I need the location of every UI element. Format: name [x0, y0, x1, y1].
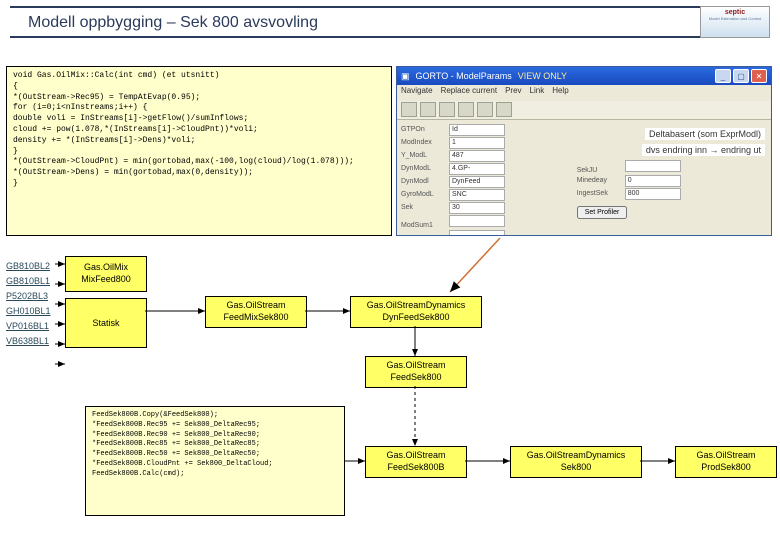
- param-field[interactable]: 4.GP-: [449, 163, 505, 175]
- code-block-2: FeedSek800B.Copy(&FeedSek800); *FeedSek8…: [85, 406, 345, 516]
- box-gasoilmix: Gas.OilMix MixFeed800: [65, 256, 147, 292]
- box-sek800: Gas.OilStreamDynamics Sek800: [510, 446, 642, 478]
- logo-text: septic: [701, 9, 769, 16]
- stream-label: P5202BL3: [6, 291, 56, 301]
- callout-delta: Deltabasert (som ExprModl): [645, 128, 765, 140]
- window-title-text: GORTO - ModelParams: [416, 71, 512, 81]
- set-profiler-button[interactable]: Set Profiler: [577, 206, 628, 219]
- stream-label: GB810BL2: [6, 261, 56, 271]
- param-field[interactable]: [449, 230, 505, 236]
- param-field[interactable]: 30: [449, 202, 505, 214]
- param-field[interactable]: [449, 215, 505, 227]
- param-field[interactable]: 0: [625, 175, 681, 187]
- readonly-badge: VIEW ONLY: [518, 71, 567, 81]
- window-toolbar: [397, 101, 771, 120]
- maximize-button[interactable]: ▢: [733, 69, 749, 83]
- side-label-list: GB810BL2 GB810BL1 P5202BL3 GH010BL1 VP01…: [6, 256, 56, 351]
- page-title: Modell oppbygging – Sek 800 avsvovling: [28, 14, 318, 31]
- menu-item[interactable]: Help: [552, 86, 568, 100]
- box-dynfeed: Gas.OilStreamDynamics DynFeedSek800: [350, 296, 482, 328]
- stream-label: VP016BL1: [6, 321, 56, 331]
- box-feedsekb: Gas.OilStream FeedSek800B: [365, 446, 467, 478]
- param-field[interactable]: Id: [449, 124, 505, 136]
- header: Modell oppbygging – Sek 800 avsvovling s…: [10, 6, 770, 38]
- param-field[interactable]: 487: [449, 150, 505, 162]
- param-field[interactable]: 1: [449, 137, 505, 149]
- code-block-1: void Gas.OilMix::Calc(int cmd) (et utsni…: [6, 66, 392, 236]
- menu-item[interactable]: Replace current: [441, 86, 497, 100]
- callout-endring: dvs endring inn → endring ut: [642, 144, 765, 156]
- toolbar-button[interactable]: [401, 102, 417, 117]
- logo-subtext: Model Estimation and Control: [701, 16, 769, 21]
- toolbar-button[interactable]: [439, 102, 455, 117]
- toolbar-button[interactable]: [458, 102, 474, 117]
- param-field[interactable]: 800: [625, 188, 681, 200]
- toolbar-button[interactable]: [477, 102, 493, 117]
- window-titlebar[interactable]: ▣ GORTO - ModelParams VIEW ONLY _ ▢ ✕: [397, 67, 771, 85]
- stream-label: GB810BL1: [6, 276, 56, 286]
- menu-item[interactable]: Navigate: [401, 86, 433, 100]
- menu-item[interactable]: Link: [530, 86, 545, 100]
- window-icon: ▣: [401, 71, 410, 82]
- box-prodsek: Gas.OilStream ProdSek800: [675, 446, 777, 478]
- menu-item[interactable]: Prev: [505, 86, 521, 100]
- box-feedmix: Gas.OilStream FeedMixSek800: [205, 296, 307, 328]
- box-feedsek: Gas.OilStream FeedSek800: [365, 356, 467, 388]
- stream-label: GH010BL1: [6, 306, 56, 316]
- param-field[interactable]: [625, 160, 681, 172]
- toolbar-button[interactable]: [420, 102, 436, 117]
- minimize-button[interactable]: _: [715, 69, 731, 83]
- septic-logo: septic Model Estimation and Control: [700, 6, 770, 38]
- window-menu: Navigate Replace current Prev Link Help: [397, 85, 771, 101]
- model-params-window: ▣ GORTO - ModelParams VIEW ONLY _ ▢ ✕ Na…: [396, 66, 772, 236]
- close-button[interactable]: ✕: [751, 69, 767, 83]
- window-body: Deltabasert (som ExprModl) dvs endring i…: [397, 120, 771, 236]
- param-field[interactable]: SNC: [449, 189, 505, 201]
- stream-label: VB638BL1: [6, 336, 56, 346]
- toolbar-button[interactable]: [496, 102, 512, 117]
- box-static: Statisk: [65, 298, 147, 348]
- param-field[interactable]: DynFeed: [449, 176, 505, 188]
